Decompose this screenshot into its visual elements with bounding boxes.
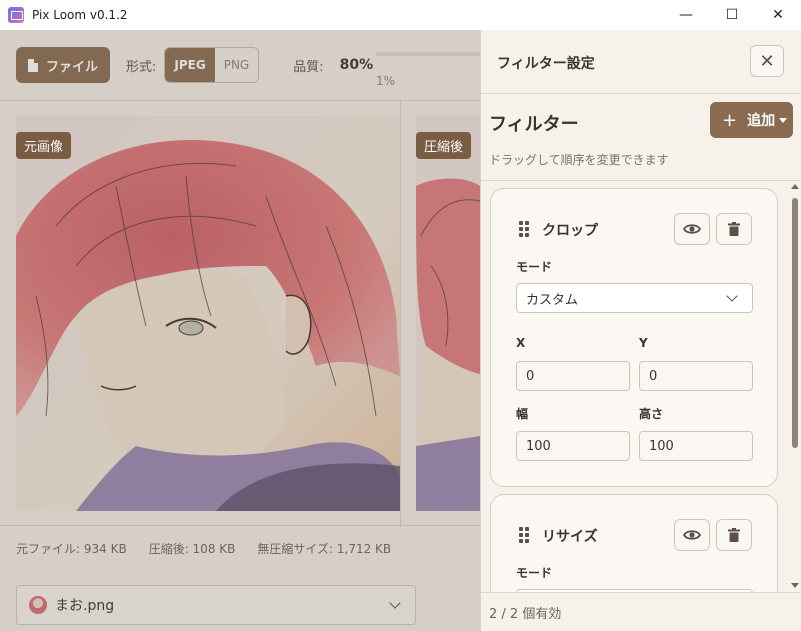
file-icon: [28, 58, 38, 72]
mode-label: モード: [516, 566, 553, 580]
y-label: Y: [639, 336, 648, 350]
width-input[interactable]: 100: [516, 431, 630, 461]
add-filter-label: 追加: [747, 113, 776, 129]
y-input-value: 0: [649, 368, 658, 384]
y-input[interactable]: 0: [639, 361, 753, 391]
format-option-jpeg[interactable]: JPEG: [165, 48, 215, 82]
uncompressed-size: 無圧縮サイズ: 1,712 KB: [257, 542, 392, 556]
scrollbar-thumb[interactable]: [792, 198, 798, 448]
filter-name: クロップ: [542, 223, 598, 239]
compressed-size: 圧縮後: 108 KB: [148, 542, 236, 556]
height-input[interactable]: 100: [639, 431, 753, 461]
width-input-value: 100: [526, 438, 551, 454]
compressed-illustration: [416, 116, 480, 511]
compressed-image: 圧縮後: [416, 116, 480, 511]
quality-label: 品質:: [293, 59, 324, 75]
window-close-icon: ✕: [772, 7, 784, 23]
file-button-label: ファイル: [46, 59, 99, 75]
format-toggle: JPEG PNG: [164, 47, 260, 83]
panel-close-button[interactable]: ✕: [750, 45, 784, 77]
filter-panel: フィルター設定 ✕ フィルター + 追加 ドラッグして順序を変更できます クロッ…: [480, 30, 801, 631]
delete-filter-button[interactable]: [716, 213, 752, 245]
chevron-down-icon: [389, 597, 401, 609]
original-size: 元ファイル: 934 KB: [16, 542, 127, 556]
eye-icon: [683, 530, 701, 540]
close-icon: ✕: [759, 50, 775, 72]
height-input-value: 100: [649, 438, 674, 454]
toggle-visibility-button[interactable]: [674, 213, 710, 245]
quality-min-label: 1%: [376, 74, 396, 88]
minimize-button[interactable]: —: [663, 0, 709, 30]
enabled-count: 2 / 2 個有効: [489, 606, 562, 622]
reorder-hint: ドラッグして順序を変更できます: [489, 153, 669, 167]
filter-list-scrollbar[interactable]: [788, 180, 801, 592]
filters-heading: フィルター: [489, 114, 579, 135]
panel-footer: 2 / 2 個有効: [481, 592, 801, 631]
file-dropdown-value: まお.png: [55, 598, 115, 614]
filter-card-resize: リサイズ モード: [490, 494, 778, 592]
maximize-button[interactable]: ☐: [709, 0, 755, 30]
file-dropdown[interactable]: まお.png: [16, 585, 416, 625]
format-label: 形式:: [126, 59, 157, 75]
x-input-value: 0: [526, 368, 535, 384]
scroll-up-icon[interactable]: [791, 184, 799, 189]
minimize-icon: —: [679, 7, 693, 23]
trash-icon: [728, 528, 740, 542]
window-close-button[interactable]: ✕: [755, 0, 801, 30]
mode-label: モード: [516, 260, 553, 274]
add-filter-button[interactable]: + 追加: [710, 102, 793, 138]
format-option-png[interactable]: PNG: [214, 48, 259, 82]
drag-handle-icon[interactable]: [519, 221, 529, 237]
title-bar: Pix Loom v0.1.2 — ☐ ✕: [0, 0, 801, 30]
delete-filter-button[interactable]: [716, 519, 752, 551]
original-image: 元画像: [16, 116, 400, 511]
size-info: 元ファイル: 934 KB 圧縮後: 108 KB 無圧縮サイズ: 1,712 …: [16, 540, 391, 557]
compare-divider[interactable]: [400, 101, 401, 527]
preview-area: 元画像 圧縮後: [0, 100, 480, 527]
toolbar: ファイル 形式: JPEG PNG 品質: 80% 1%: [0, 30, 480, 100]
filter-list: クロップ モード カスタム X 0 Y 0 幅 100 高さ 100 リサイズ …: [481, 180, 801, 592]
plus-icon: +: [722, 109, 738, 131]
file-button[interactable]: ファイル: [16, 47, 111, 83]
width-label: 幅: [516, 407, 529, 421]
x-label: X: [516, 336, 526, 350]
file-thumbnail-icon: [29, 596, 47, 614]
toggle-visibility-button[interactable]: [674, 519, 710, 551]
filter-name: リサイズ: [542, 529, 598, 545]
caret-down-icon: [779, 117, 788, 123]
window-title: Pix Loom v0.1.2: [32, 8, 128, 22]
app-logo-icon: [8, 7, 24, 23]
chevron-down-icon: [726, 290, 738, 302]
original-image-tag: 元画像: [16, 132, 72, 159]
mode-select[interactable]: カスタム: [516, 283, 753, 313]
quality-value: 80%: [339, 57, 374, 73]
x-input[interactable]: 0: [516, 361, 630, 391]
height-label: 高さ: [639, 407, 664, 421]
filter-card-crop: クロップ モード カスタム X 0 Y 0 幅 100 高さ 100: [490, 188, 778, 487]
main-area: ファイル 形式: JPEG PNG 品質: 80% 1% 元画像 圧縮後 元ファ…: [0, 30, 480, 631]
quality-slider[interactable]: [376, 52, 480, 56]
maximize-icon: ☐: [725, 7, 739, 23]
compressed-image-tag: 圧縮後: [416, 132, 472, 159]
panel-title: フィルター設定: [497, 56, 595, 72]
drag-handle-icon[interactable]: [519, 527, 529, 543]
original-illustration: [16, 116, 400, 511]
panel-header: フィルター設定 ✕: [481, 30, 801, 94]
trash-icon: [728, 222, 740, 236]
scroll-down-icon[interactable]: [791, 583, 799, 588]
eye-icon: [683, 224, 701, 234]
mode-select-value: カスタム: [526, 292, 579, 308]
